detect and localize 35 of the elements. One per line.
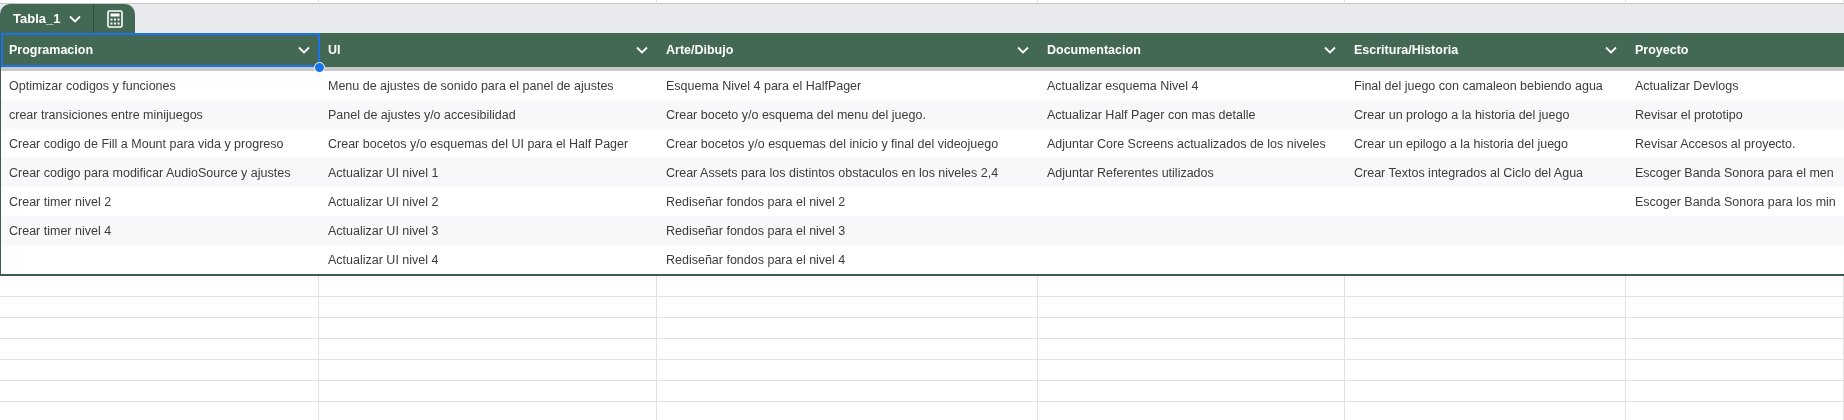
sheet-tab[interactable]: Tabla_1 bbox=[0, 4, 136, 33]
table-cell: Actualizar UI nivel 3 bbox=[320, 216, 658, 245]
table-cell: Rediseñar fondos para el nivel 3 bbox=[658, 216, 1039, 245]
table-cell: Crear boceto y/o esquema del menu del juego. bbox=[658, 100, 1039, 129]
table-cell: Actualizar Half Pager con mas detalle bbox=[1039, 100, 1346, 129]
table-cell: Crear Assets para los distintos obstaculos en los niveles 2,4 bbox=[658, 158, 1039, 187]
column-title: Escritura/Historia bbox=[1354, 43, 1459, 57]
table-cell: Crear codigo para modificar AudioSource y ajustes bbox=[1, 158, 320, 187]
chevron-down-icon[interactable] bbox=[298, 46, 310, 54]
column-title: Arte/Dibujo bbox=[666, 43, 734, 57]
table-cell: Crear un prologo a la historia del juego bbox=[1346, 100, 1627, 129]
calculator-icon[interactable] bbox=[107, 9, 124, 28]
table-cell: Adjuntar Referentes utilizados bbox=[1039, 158, 1346, 187]
table-cell: Crear Textos integrados al Ciclo del Agua bbox=[1346, 158, 1627, 187]
column-title: Proyecto bbox=[1635, 43, 1689, 57]
table-cell: Actualizar UI nivel 1 bbox=[320, 158, 658, 187]
table-cell: Escoger Banda Sonora para el men bbox=[1627, 158, 1844, 187]
column-header[interactable]: Arte/Dibujo bbox=[658, 33, 1039, 67]
chevron-down-icon[interactable] bbox=[1324, 46, 1336, 54]
chevron-down-icon[interactable] bbox=[1605, 46, 1617, 54]
column-header[interactable]: Documentacion bbox=[1039, 33, 1346, 67]
column-header[interactable]: Proyecto bbox=[1627, 33, 1844, 67]
chevron-down-icon[interactable] bbox=[1017, 46, 1029, 54]
chevron-down-icon[interactable] bbox=[69, 14, 82, 23]
column-header[interactable]: Programacion bbox=[1, 33, 320, 67]
table-cell: Revisar el prototipo bbox=[1627, 100, 1844, 129]
table-cell: crear transiciones entre minijuegos bbox=[1, 100, 320, 129]
chevron-down-icon[interactable] bbox=[636, 46, 648, 54]
column-title: Programacion bbox=[9, 43, 94, 57]
column-title: UI bbox=[328, 43, 341, 57]
table-cell: Panel de ajustes y/o accesibilidad bbox=[320, 100, 658, 129]
column-header[interactable]: Escritura/Historia bbox=[1346, 33, 1627, 67]
table-cell: Crear timer nivel 4 bbox=[1, 216, 320, 245]
column-header[interactable]: UI bbox=[320, 33, 658, 67]
column-title: Documentacion bbox=[1047, 43, 1141, 57]
